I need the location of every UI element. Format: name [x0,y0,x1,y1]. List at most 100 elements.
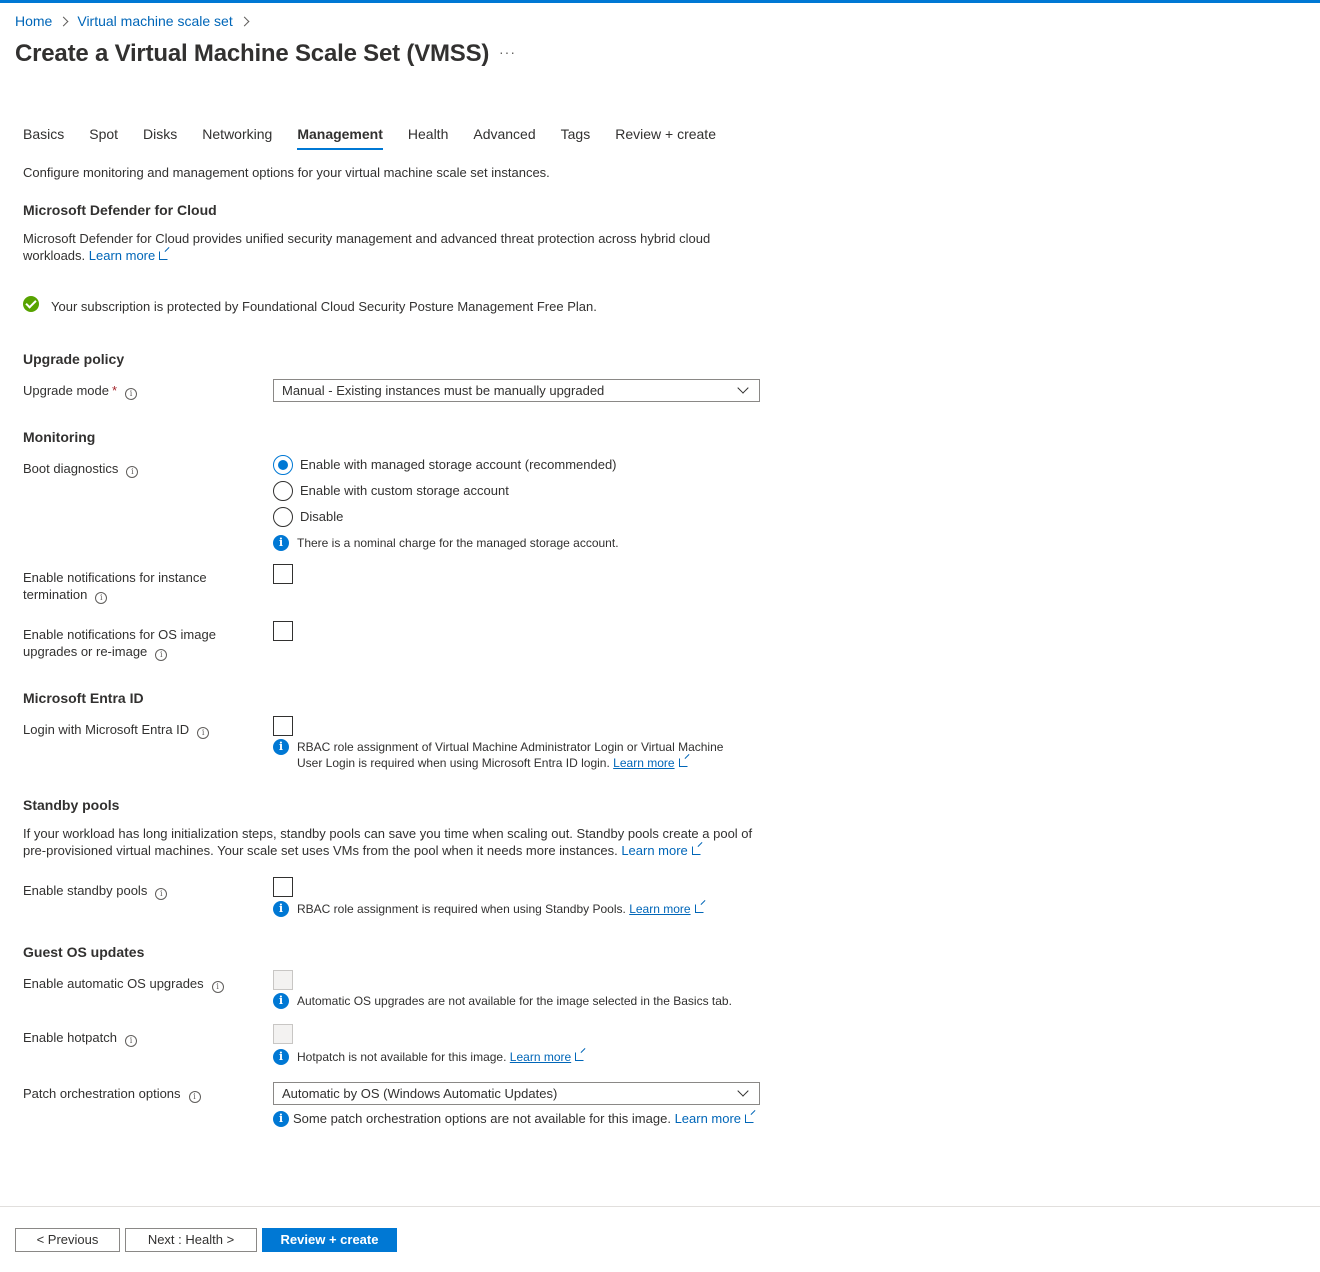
patch-learn-more-link[interactable]: Learn more [675,1111,741,1126]
external-link-icon [575,1052,585,1061]
patch-orchestration-note-text: Some patch orchestration options are not… [293,1111,773,1127]
external-link-icon [691,846,701,855]
info-icon[interactable]: i [125,388,138,400]
boot-diag-managed-radio[interactable] [273,455,293,475]
tab-management[interactable]: Management [297,126,383,150]
standby-desc-line2: pre-provisioned virtual machines. Your s… [23,843,618,858]
intro-text: Configure monitoring and management opti… [23,165,550,180]
boot-diag-custom-label[interactable]: Enable with custom storage account [300,483,509,498]
chevron-right-icon [239,16,250,26]
hotpatch-learn-more-link[interactable]: Learn more [510,1050,571,1064]
upgrade-mode-label: Upgrade mode * i [23,382,138,400]
notif-os-checkbox[interactable] [273,621,293,641]
monitoring-heading: Monitoring [23,429,96,445]
info-icon[interactable]: i [155,649,168,661]
standby-learn-more-link[interactable]: Learn more [621,843,687,858]
success-check-icon [23,296,39,312]
next-health-button[interactable]: Next : Health > [125,1228,257,1252]
info-icon[interactable]: i [188,1091,201,1103]
breadcrumb: Home Virtual machine scale set [15,13,258,29]
info-icon[interactable]: i [126,466,139,478]
standby-heading: Standby pools [23,797,120,813]
boot-diag-note-text: There is a nominal charge for the manage… [297,536,619,550]
footer-divider [0,1206,1320,1207]
external-link-icon [159,251,169,260]
defender-desc-line2: workloads. [23,248,86,263]
info-icon[interactable]: i [197,727,210,739]
external-link-icon [678,758,688,767]
standby-note-text: RBAC role assignment is required when us… [297,901,743,917]
entra-note-line2: User Login is required when using Micros… [297,756,610,770]
tab-tags[interactable]: Tags [561,126,591,150]
tab-disks[interactable]: Disks [143,126,177,150]
upgrade-mode-label-text: Upgrade mode [23,383,109,398]
standby-note: i RBAC role assignment is required when … [273,901,743,917]
auto-os-upgrade-label-text: Enable automatic OS upgrades [23,976,204,991]
standby-note-line: RBAC role assignment is required when us… [297,902,626,916]
previous-button[interactable]: < Previous [15,1228,120,1252]
notif-termination-checkbox[interactable] [273,564,293,584]
hotpatch-label: Enable hotpatch i [23,1029,137,1047]
patch-orchestration-label-text: Patch orchestration options [23,1086,181,1101]
info-filled-icon: i [273,993,289,1009]
defender-desc-line1: Microsoft Defender for Cloud provides un… [23,231,711,246]
tab-bar: Basics Spot Disks Networking Management … [23,126,741,150]
boot-diag-disable-label[interactable]: Disable [300,509,343,524]
entra-login-checkbox[interactable] [273,716,293,736]
boot-diag-managed-label[interactable]: Enable with managed storage account (rec… [300,457,617,472]
entra-learn-more-link[interactable]: Learn more [613,756,674,770]
chevron-down-icon [737,382,749,394]
tab-spot[interactable]: Spot [89,126,118,150]
upgrade-policy-heading: Upgrade policy [23,351,125,367]
entra-note: i RBAC role assignment of Virtual Machin… [273,739,743,771]
tab-networking[interactable]: Networking [202,126,272,150]
defender-description: Microsoft Defender for Cloud provides un… [23,230,710,264]
boot-diagnostics-label-text: Boot diagnostics [23,461,119,476]
entra-login-label-text: Login with Microsoft Entra ID [23,722,190,737]
review-create-button[interactable]: Review + create [262,1228,397,1252]
info-icon[interactable]: i [124,1035,137,1047]
notif-termination-label: Enable notifications for instance termin… [23,569,207,604]
info-filled-icon: i [273,1111,289,1127]
info-icon[interactable]: i [95,592,108,604]
notif-termination-line2: termination [23,587,88,602]
standby-enable-checkbox[interactable] [273,877,293,897]
hotpatch-label-text: Enable hotpatch [23,1030,117,1045]
upgrade-mode-dropdown[interactable]: Manual - Existing instances must be manu… [273,379,760,402]
info-icon[interactable]: i [211,981,224,993]
defender-status: Your subscription is protected by Founda… [51,299,597,314]
more-options-icon[interactable]: ··· [499,44,516,60]
tab-health[interactable]: Health [408,126,448,150]
entra-heading: Microsoft Entra ID [23,690,144,706]
auto-os-upgrade-label: Enable automatic OS upgrades i [23,975,224,993]
guest-os-heading: Guest OS updates [23,944,145,960]
standby-enable-label-text: Enable standby pools [23,883,148,898]
tab-advanced[interactable]: Advanced [473,126,535,150]
notif-os-line1: Enable notifications for OS image [23,627,216,642]
hotpatch-note: i Hotpatch is not available for this ima… [273,1049,743,1065]
entra-login-label: Login with Microsoft Entra ID i [23,721,210,739]
standby-enable-label: Enable standby pools i [23,882,168,900]
notif-os-line2: upgrades or re-image [23,644,148,659]
standby-note-learn-more-link[interactable]: Learn more [629,902,690,916]
entra-note-line1: RBAC role assignment of Virtual Machine … [297,740,724,754]
chevron-right-icon [58,16,69,26]
info-icon[interactable]: i [155,888,168,900]
page-title: Create a Virtual Machine Scale Set (VMSS… [15,40,490,67]
patch-orchestration-dropdown[interactable]: Automatic by OS (Windows Automatic Updat… [273,1082,760,1105]
external-link-icon [694,904,704,913]
breadcrumb-vmss[interactable]: Virtual machine scale set [77,13,232,29]
standby-desc-line1: If your workload has long initialization… [23,826,753,841]
boot-diag-custom-radio[interactable] [273,481,293,501]
tab-basics[interactable]: Basics [23,126,64,150]
breadcrumb-home[interactable]: Home [15,13,52,29]
boot-diag-disable-radio[interactable] [273,507,293,527]
defender-learn-more-link[interactable]: Learn more [89,248,155,263]
patch-orchestration-note: i Some patch orchestration options are n… [273,1111,773,1127]
patch-orchestration-label: Patch orchestration options i [23,1085,201,1103]
info-filled-icon: i [273,901,289,917]
required-marker: * [112,383,118,398]
standby-description: If your workload has long initialization… [23,825,763,859]
auto-os-upgrade-checkbox [273,970,293,990]
tab-review-create[interactable]: Review + create [615,126,716,150]
